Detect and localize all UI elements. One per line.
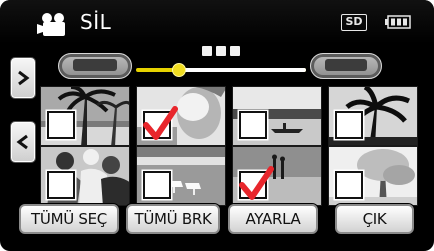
title-bar: SİL SD <box>0 0 434 44</box>
sd-card-badge: SD <box>341 14 367 31</box>
deselect-all-button[interactable]: TÜMÜ BRK <box>126 204 220 234</box>
select-all-button[interactable]: TÜMÜ SEÇ <box>19 204 119 234</box>
selection-checkbox[interactable] <box>239 111 267 139</box>
page-slider-remaining <box>180 68 306 72</box>
selection-checkbox[interactable] <box>335 171 363 199</box>
thumbnail[interactable] <box>40 146 130 206</box>
exit-button[interactable]: ÇIK <box>335 204 414 234</box>
chevron-right-icon <box>18 70 30 86</box>
chevron-left-icon <box>16 134 28 150</box>
selection-checkbox[interactable] <box>335 111 363 139</box>
thumbnail[interactable] <box>136 146 226 206</box>
set-button[interactable]: AYARLA <box>228 204 318 234</box>
previous-page-pill[interactable] <box>58 53 132 79</box>
page-indicator <box>202 46 244 56</box>
selection-checkbox[interactable] <box>239 166 274 200</box>
battery-icon <box>385 15 411 29</box>
selection-checkbox[interactable] <box>47 171 75 199</box>
thumbnail[interactable] <box>328 146 418 206</box>
next-page-pill[interactable] <box>310 53 382 79</box>
checkmark-icon <box>239 166 274 200</box>
thumbnail[interactable] <box>136 86 226 146</box>
slider-knob[interactable] <box>172 63 186 77</box>
thumbnail[interactable] <box>328 86 418 146</box>
selection-checkbox[interactable] <box>143 106 178 140</box>
thumbnail[interactable] <box>232 146 322 206</box>
selection-checkbox[interactable] <box>143 171 171 199</box>
next-page-button[interactable] <box>11 58 35 98</box>
previous-page-button[interactable] <box>11 122 35 162</box>
thumbnail[interactable] <box>232 86 322 146</box>
video-camera-icon <box>37 13 65 36</box>
page-title: SİL <box>80 10 112 34</box>
screen: SİL SD TÜMÜ SEÇ TÜMÜ BRK AYARLA ÇIK <box>0 0 434 251</box>
checkmark-icon <box>143 106 178 140</box>
thumbnail[interactable] <box>40 86 130 146</box>
selection-checkbox[interactable] <box>47 111 75 139</box>
